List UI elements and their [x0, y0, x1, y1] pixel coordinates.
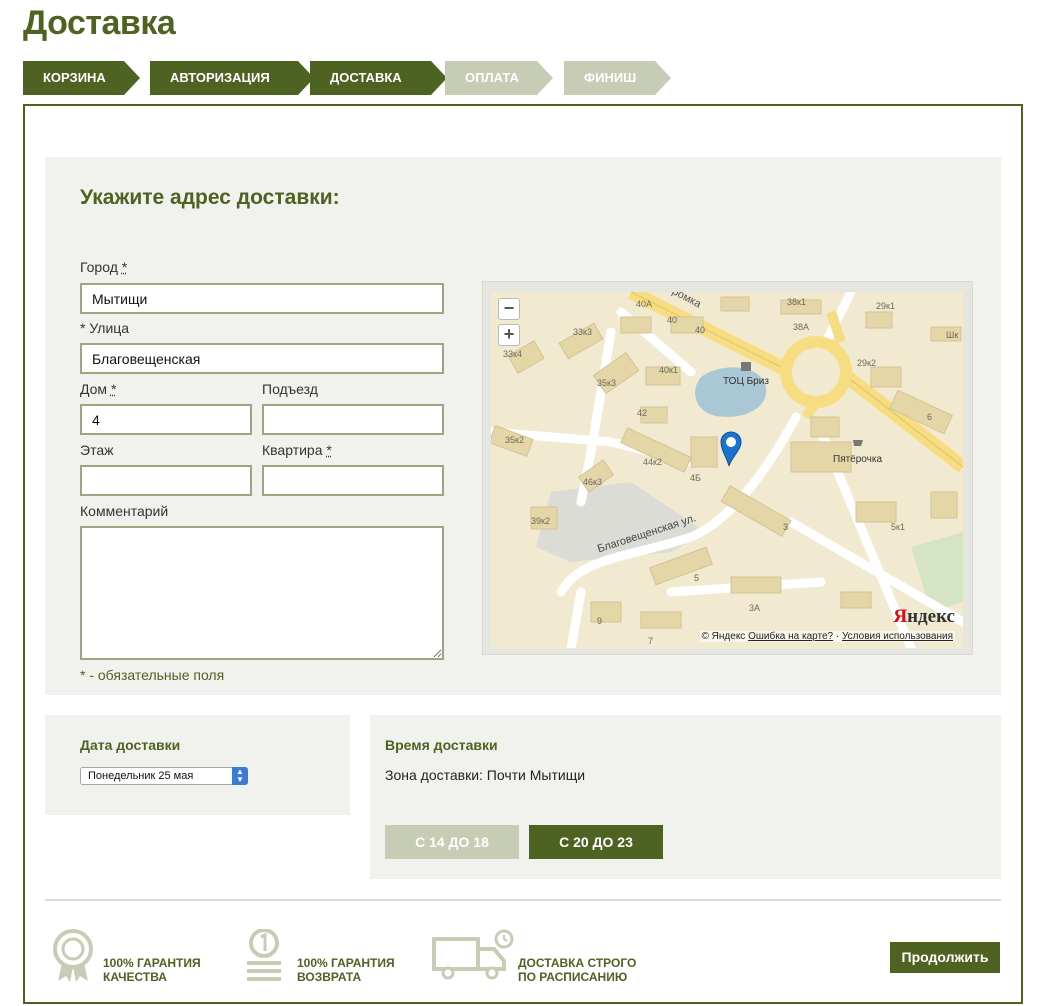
- page-title: Доставка: [23, 4, 176, 42]
- step-delivery[interactable]: Доставка: [310, 61, 447, 95]
- floor-label: Этаж: [80, 442, 114, 458]
- map-poi-mall: ТОЦ Бриз: [723, 376, 769, 387]
- quality-medal-icon: [53, 929, 93, 982]
- footer-divider: [45, 899, 1001, 901]
- street-label: * Улица: [80, 320, 130, 336]
- feature-quality: 100% гарантия качества: [103, 956, 201, 984]
- address-title: Укажите адрес доставки:: [80, 186, 340, 209]
- house-label: Дом *: [80, 381, 117, 397]
- map-canvas[interactable]: 40А 40 40 38к1 38А 29к1 Шк 33к3 33к4 35к…: [491, 292, 963, 648]
- step-payment: Оплата: [445, 61, 553, 95]
- time-slot-14-18-button[interactable]: С 14 ДО 18: [385, 825, 519, 859]
- city-input[interactable]: [80, 283, 444, 314]
- zoom-in-button[interactable]: +: [498, 324, 520, 346]
- entrance-label: Подъезд: [262, 381, 318, 397]
- step-finish: Финиш: [564, 61, 671, 95]
- coin-stack-icon: [247, 929, 281, 981]
- delivery-zone-text: Зона доставки: Почти Мытищи: [385, 767, 586, 783]
- yandex-logo: Яндекс: [893, 606, 955, 627]
- entrance-input[interactable]: [262, 404, 444, 435]
- map-terms-link[interactable]: Условия использования: [842, 631, 953, 642]
- delivery-truck-icon: [432, 929, 514, 980]
- comment-textarea[interactable]: [80, 526, 444, 660]
- map-attribution: © Яндекс Ошибка на карте? · Условия испо…: [699, 631, 955, 642]
- city-label: Город *: [80, 259, 128, 275]
- delivery-date-title: Дата доставки: [80, 737, 181, 753]
- continue-button[interactable]: Продолжить: [890, 942, 1000, 973]
- delivery-time-title: Время доставки: [385, 737, 498, 753]
- feature-schedule: Доставка строго по расписанию: [518, 956, 637, 984]
- step-authorization[interactable]: Авторизация: [150, 61, 314, 95]
- time-slot-20-23-button[interactable]: С 20 ДО 23: [529, 825, 663, 859]
- map-error-link[interactable]: Ошибка на карте?: [748, 631, 833, 642]
- delivery-date-select[interactable]: Понедельник 25 мая ▲ ▼: [80, 767, 248, 785]
- map-pin: [720, 431, 742, 467]
- floor-input[interactable]: [80, 465, 252, 496]
- delivery-date-panel: [45, 715, 350, 815]
- map-container: 40А 40 40 38к1 38А 29к1 Шк 33к3 33к4 35к…: [482, 281, 973, 655]
- comment-label: Комментарий: [80, 503, 169, 519]
- house-input[interactable]: [80, 404, 252, 435]
- step-cart[interactable]: Корзина: [23, 61, 140, 95]
- feature-return: 100% гарантия возврата: [297, 956, 395, 984]
- street-input[interactable]: [80, 343, 444, 374]
- required-fields-note: * - обязательные поля: [80, 667, 225, 683]
- map-graphics: [491, 292, 963, 648]
- zoom-out-button[interactable]: −: [498, 298, 520, 320]
- apartment-input[interactable]: [262, 465, 444, 496]
- select-arrows-icon: ▲ ▼: [232, 767, 248, 785]
- map-poi-shop: Пятёрочка: [833, 454, 883, 465]
- apartment-label: Квартира *: [262, 442, 332, 458]
